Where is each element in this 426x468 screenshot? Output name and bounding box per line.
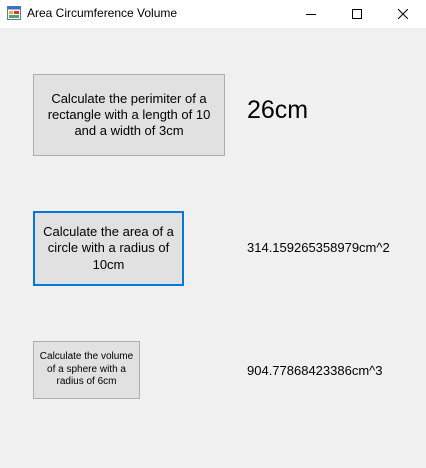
close-icon (398, 9, 408, 19)
area-result: 314.159265358979cm^2 (247, 240, 390, 255)
calculate-perimeter-button[interactable]: Calculate the perimiter of a rectangle w… (33, 74, 225, 156)
title-bar: Area Circumference Volume (0, 0, 426, 28)
close-button[interactable] (380, 0, 426, 28)
maximize-button[interactable] (334, 0, 380, 28)
calculate-perimeter-label: Calculate the perimiter of a rectangle w… (47, 90, 211, 139)
calculate-volume-button[interactable]: Calculate the volume of a sphere with a … (33, 341, 140, 399)
calculate-area-button[interactable]: Calculate the area of a circle with a ra… (33, 211, 184, 286)
minimize-icon (306, 14, 316, 15)
app-icon (7, 6, 21, 20)
volume-result: 904.77868423386cm^3 (247, 363, 383, 378)
minimize-button[interactable] (288, 0, 334, 28)
calculate-volume-label: Calculate the volume of a sphere with a … (39, 351, 134, 388)
window-title: Area Circumference Volume (27, 6, 178, 20)
perimeter-result: 26cm (247, 96, 309, 124)
maximize-icon (352, 9, 362, 19)
calculate-area-label: Calculate the area of a circle with a ra… (43, 224, 174, 272)
